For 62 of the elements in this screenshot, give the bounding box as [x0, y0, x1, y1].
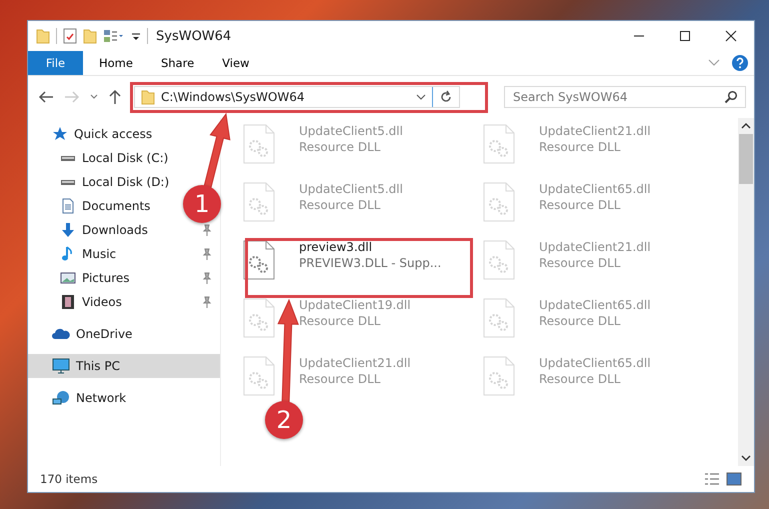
network-icon [52, 390, 70, 406]
file-tab[interactable]: File [28, 51, 83, 75]
dll-file-icon [483, 182, 515, 222]
help-icon[interactable] [732, 55, 748, 71]
pin-icon[interactable] [202, 248, 212, 260]
dropdown-caret-icon[interactable] [416, 93, 426, 101]
view-options-icon[interactable] [103, 28, 125, 44]
pin-icon[interactable] [202, 296, 212, 308]
pin-icon[interactable] [202, 224, 212, 236]
dll-file-icon [243, 356, 275, 396]
ribbon-tab[interactable]: Share [148, 51, 206, 75]
window-title: SysWOW64 [156, 28, 232, 44]
sidebar-item[interactable]: Local Disk (D:) [28, 170, 176, 194]
details-view-icon[interactable] [704, 472, 720, 486]
star-icon [52, 126, 68, 142]
search-field[interactable]: Search SysWOW64 [504, 86, 746, 108]
download-arrow-icon [60, 222, 76, 238]
large-icons-view-icon[interactable] [726, 472, 742, 486]
sidebar-item[interactable]: This PC [28, 354, 220, 378]
sidebar-item[interactable]: Videos [28, 290, 176, 314]
search-icon [724, 90, 738, 104]
properties-icon[interactable] [63, 28, 77, 44]
dll-file-icon [243, 298, 275, 338]
dll-file-icon [243, 182, 275, 222]
sidebar-item[interactable]: Network [28, 386, 176, 410]
recent-locations-icon[interactable] [90, 94, 98, 100]
back-arrow-icon[interactable] [38, 90, 54, 104]
pin-icon[interactable] [202, 272, 212, 284]
sidebar-item[interactable]: OneDrive [28, 322, 176, 346]
dll-file-icon [483, 298, 515, 338]
sidebar-item[interactable]: Quick access [28, 122, 176, 146]
cloud-icon [52, 326, 70, 342]
refresh-icon[interactable] [439, 90, 453, 104]
monitor-icon [52, 358, 70, 374]
dll-file-icon [243, 124, 275, 164]
scrollbar[interactable] [738, 118, 754, 466]
ribbon-tab[interactable]: Home [87, 51, 145, 75]
sidebar-item[interactable]: Documents [28, 194, 176, 218]
folder-icon [141, 89, 155, 105]
dll-file-icon [483, 240, 515, 280]
sidebar-item[interactable]: Music [28, 242, 176, 266]
document-icon [60, 198, 76, 214]
address-bar[interactable]: C:\Windows\SysWOW64 [134, 86, 460, 108]
up-arrow-icon[interactable] [108, 89, 122, 105]
drive-icon [60, 154, 76, 162]
sidebar-item[interactable]: Downloads [28, 218, 176, 242]
scroll-down-icon[interactable] [741, 454, 751, 462]
dll-file-icon [483, 356, 515, 396]
sidebar-item[interactable]: Pictures [28, 266, 176, 290]
dll-file-icon [483, 124, 515, 164]
ribbon-tab[interactable]: View [210, 51, 262, 75]
scroll-thumb[interactable] [739, 134, 753, 184]
file-item[interactable]: preview3.dll PREVIEW3.DLL - Supp... [239, 236, 446, 294]
expand-ribbon-icon[interactable] [708, 59, 720, 67]
address-path: C:\Windows\SysWOW64 [161, 90, 306, 104]
dll-file-icon [243, 240, 275, 280]
sidebar-item[interactable]: Local Disk (C:) [28, 146, 176, 170]
picture-icon [60, 270, 76, 286]
scroll-up-icon[interactable] [741, 122, 751, 130]
film-icon [60, 294, 76, 310]
item-count: 170 items [40, 472, 98, 486]
drive-icon [60, 178, 76, 186]
